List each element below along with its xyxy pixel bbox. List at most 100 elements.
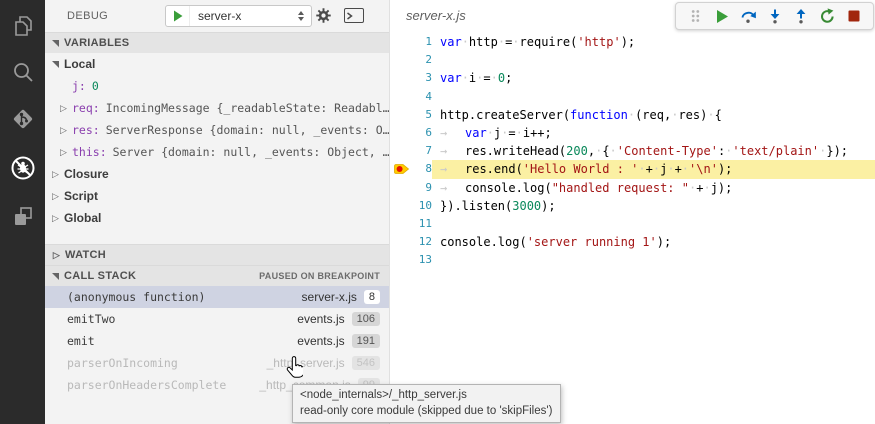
twistie-expanded-icon bbox=[52, 61, 59, 68]
code-token: · bbox=[498, 35, 505, 49]
watch-section-header[interactable]: WATCH bbox=[45, 244, 389, 265]
breakpoint-gutter[interactable] bbox=[390, 251, 412, 269]
variables-section-header[interactable]: VARIABLES bbox=[45, 32, 389, 53]
breakpoint-gutter[interactable] bbox=[390, 142, 412, 160]
magnifier-icon bbox=[10, 59, 36, 85]
code-line[interactable]: 2 bbox=[390, 51, 875, 69]
variable-scope-row[interactable]: Script bbox=[45, 185, 389, 207]
code-area[interactable]: 1var·http·=·require('http');23var·i·=·0;… bbox=[390, 33, 875, 269]
scope-label: Local bbox=[64, 57, 95, 71]
breakpoint-gutter[interactable] bbox=[390, 88, 412, 106]
scope-label: Global bbox=[64, 211, 101, 225]
code-token: i++; bbox=[523, 126, 552, 140]
code-token: = bbox=[508, 126, 515, 140]
stack-frame-row[interactable]: parserOnIncoming_http_server.js546 bbox=[45, 352, 389, 374]
code-token: · bbox=[610, 144, 617, 158]
code-line[interactable]: 11 bbox=[390, 215, 875, 233]
open-debug-console-icon[interactable] bbox=[344, 8, 364, 23]
code-line[interactable]: 3var·i·=·0; bbox=[390, 69, 875, 87]
breakpoint-gutter[interactable] bbox=[390, 179, 412, 197]
variable-name: j: bbox=[72, 79, 86, 93]
variable-scope-row[interactable]: Global bbox=[45, 207, 389, 229]
launch-config-dropdown[interactable]: server-x bbox=[165, 5, 312, 27]
twistie-collapsed-icon bbox=[59, 103, 68, 114]
frame-file-name: events.js bbox=[297, 312, 344, 326]
start-debug-icon[interactable] bbox=[166, 6, 190, 26]
blocks-icon bbox=[10, 204, 36, 230]
breakpoint-gutter[interactable] bbox=[390, 197, 412, 215]
code-token: · bbox=[707, 108, 714, 122]
step-over-button[interactable] bbox=[737, 5, 759, 27]
paused-breakpoint-icon[interactable] bbox=[390, 160, 412, 178]
stack-frame-row[interactable]: emitevents.js191 bbox=[45, 330, 389, 352]
code-token: var bbox=[440, 71, 462, 85]
code-line[interactable]: 12console.log('server running 1'); bbox=[390, 233, 875, 251]
breakpoint-gutter[interactable] bbox=[390, 33, 412, 51]
search-icon[interactable] bbox=[0, 52, 45, 92]
stack-frame-row[interactable]: emitTwoevents.js106 bbox=[45, 308, 389, 330]
code-line[interactable]: 9→console.log("handled request: "·+·j); bbox=[390, 179, 875, 197]
continue-button[interactable] bbox=[711, 5, 733, 27]
breakpoint-gutter[interactable] bbox=[390, 51, 412, 69]
breakpoint-gutter[interactable] bbox=[390, 106, 412, 124]
extensions-icon[interactable] bbox=[0, 197, 45, 237]
call-stack-list: (anonymous function)server-x.js8emitTwoe… bbox=[45, 286, 389, 396]
code-text: →res.writeHead(200,·{·'Content-Type':·'t… bbox=[432, 142, 875, 160]
restart-button[interactable] bbox=[817, 5, 839, 27]
code-text: }).listen(3000); bbox=[432, 197, 875, 215]
line-number: 12 bbox=[412, 233, 432, 251]
code-token: 'http' bbox=[577, 35, 620, 49]
code-line[interactable]: 8→res.end('Hello World : '·+·j·+·'\n'); bbox=[390, 160, 875, 178]
frame-line-badge: 8 bbox=[364, 290, 380, 304]
frame-line-badge: 106 bbox=[352, 312, 380, 326]
breakpoint-gutter[interactable] bbox=[390, 215, 412, 233]
call-stack-section-header[interactable]: CALL STACK PAUSED ON BREAKPOINT bbox=[45, 265, 389, 286]
code-token: → bbox=[440, 160, 465, 178]
variable-scope-row[interactable]: Local bbox=[45, 53, 389, 75]
code-token: → bbox=[440, 179, 465, 197]
step-into-button[interactable] bbox=[764, 5, 786, 27]
line-number: 8 bbox=[412, 160, 432, 178]
configure-gear-icon[interactable] bbox=[315, 7, 332, 29]
code-token: console.log( bbox=[465, 181, 552, 195]
breakpoint-gutter[interactable] bbox=[390, 124, 412, 142]
code-line[interactable]: 6→var·j·=·i++; bbox=[390, 124, 875, 142]
variable-scope-row[interactable]: Closure bbox=[45, 163, 389, 185]
code-token: · bbox=[682, 162, 689, 176]
explorer-icon[interactable] bbox=[0, 6, 45, 46]
debug-toolbar bbox=[675, 2, 874, 30]
line-number: 3 bbox=[412, 69, 432, 87]
breakpoint-gutter[interactable] bbox=[390, 69, 412, 87]
code-token: · bbox=[487, 126, 494, 140]
breakpoint-gutter[interactable] bbox=[390, 233, 412, 251]
variable-row[interactable]: res:ServerResponse {domain: null, _event… bbox=[45, 119, 389, 141]
variable-row[interactable]: j:0 bbox=[45, 75, 389, 97]
code-text bbox=[432, 51, 875, 69]
variable-row[interactable]: req:IncomingMessage {_readableState: Rea… bbox=[45, 97, 389, 119]
code-token: res.writeHead( bbox=[465, 144, 566, 158]
step-out-button[interactable] bbox=[790, 5, 812, 27]
stack-frame-row[interactable]: (anonymous function)server-x.js8 bbox=[45, 286, 389, 308]
code-line[interactable]: 5http.createServer(function·(req,·res)·{ bbox=[390, 106, 875, 124]
line-number: 13 bbox=[412, 251, 432, 269]
variable-row[interactable]: this:Server {domain: null, _events: Obje… bbox=[45, 141, 389, 163]
code-line[interactable]: 13 bbox=[390, 251, 875, 269]
stop-button[interactable] bbox=[843, 5, 865, 27]
code-line[interactable]: 7→res.writeHead(200,·{·'Content-Type':·'… bbox=[390, 142, 875, 160]
toolbar-drag-handle-icon[interactable] bbox=[684, 5, 706, 27]
code-line[interactable]: 4 bbox=[390, 88, 875, 106]
code-line[interactable]: 1var·http·=·require('http'); bbox=[390, 33, 875, 51]
code-token: { bbox=[715, 108, 722, 122]
code-token: 'text/plain' bbox=[732, 144, 819, 158]
code-line[interactable]: 10}).listen(3000); bbox=[390, 197, 875, 215]
code-text: →console.log("handled request: "·+·j); bbox=[432, 179, 875, 197]
debug-icon[interactable] bbox=[0, 148, 45, 188]
variable-name: req: bbox=[72, 101, 100, 115]
code-token: ); bbox=[718, 162, 732, 176]
variable-value: Server {domain: null, _events: Object, … bbox=[113, 145, 389, 159]
variable-name: res: bbox=[72, 123, 100, 137]
code-text: var·http·=·require('http'); bbox=[432, 33, 875, 51]
code-text bbox=[432, 251, 875, 269]
code-text bbox=[432, 215, 875, 233]
source-control-icon[interactable] bbox=[0, 99, 45, 139]
